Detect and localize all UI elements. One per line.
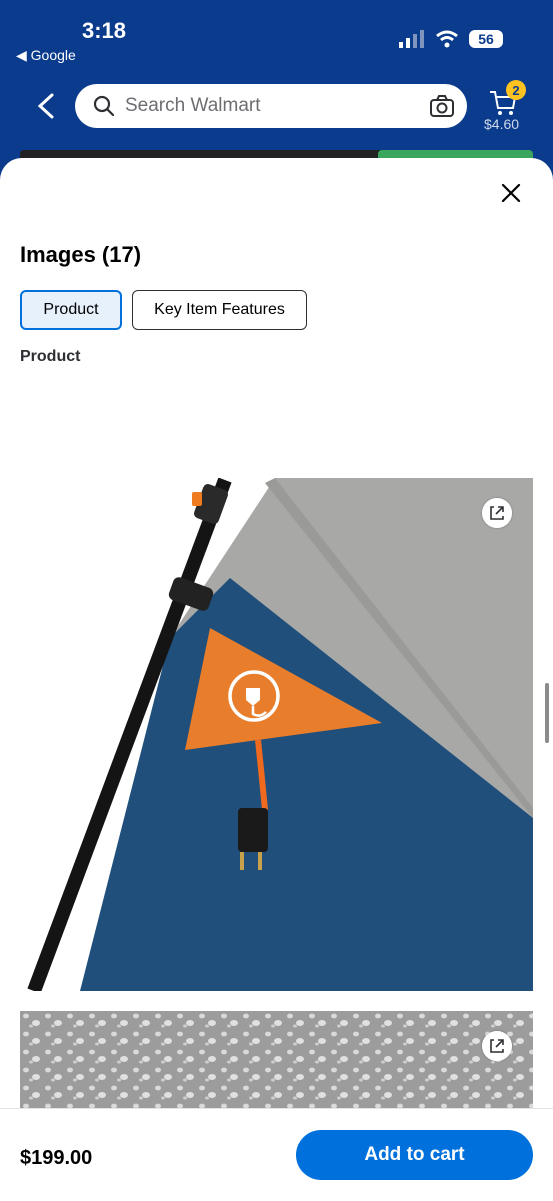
sheet-title: Images (17) [20,242,142,267]
images-sheet: Images (17) Product Key Item Features Pr… [0,158,553,1200]
close-icon[interactable] [496,178,526,208]
status-icons: 56 [399,30,503,48]
camera-icon[interactable] [429,94,455,118]
status-bar: 3:18 ◀ Google 56 [0,0,553,78]
search-icon [93,95,115,117]
top-nav: Search Walmart 2 $4.60 [0,78,553,143]
bottom-bar: $199.00 Add to cart [0,1108,553,1201]
back-chevron-icon[interactable] [34,91,58,121]
scrollbar[interactable] [545,683,549,743]
wifi-icon [436,30,458,48]
expand-icon[interactable] [482,498,512,528]
tent-illustration [20,478,533,991]
cart-total: $4.60 [484,116,520,132]
price: $199.00 [20,1147,93,1169]
cart-button[interactable]: 2 $4.60 [484,80,526,134]
add-to-cart-button[interactable]: Add to cart [296,1130,533,1180]
section-label: Product [20,348,81,365]
tab-key-item-features[interactable]: Key Item Features [132,290,307,330]
product-image-tent[interactable] [20,478,533,991]
product-image-fabric[interactable] [20,1011,533,1111]
status-time: 3:18 [82,18,127,43]
water-droplets-illustration [20,1011,533,1111]
signal-icon [399,30,424,48]
expand-icon[interactable] [482,1031,512,1061]
search-input[interactable]: Search Walmart [75,84,467,128]
back-to-app-link[interactable]: ◀ Google [16,47,76,64]
cart-count-badge: 2 [506,80,526,100]
search-placeholder: Search Walmart [125,95,261,116]
battery-icon: 56 [469,30,503,48]
tab-product[interactable]: Product [20,290,122,330]
